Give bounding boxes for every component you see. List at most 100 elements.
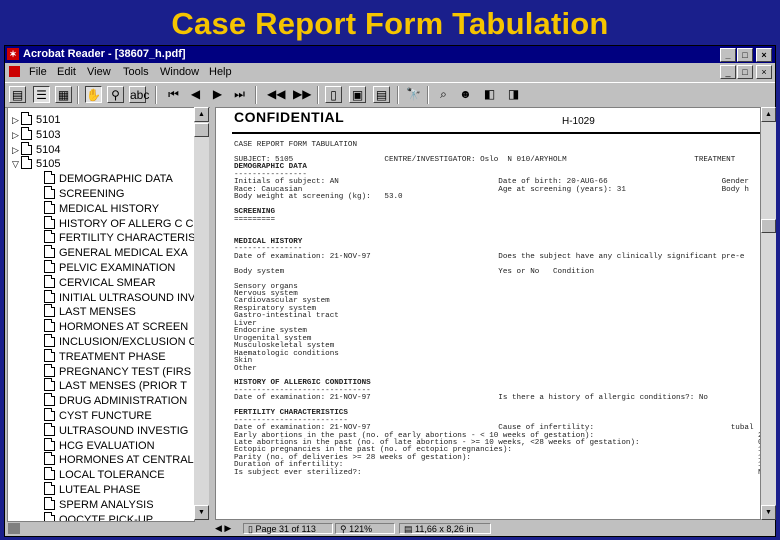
bookmark-item[interactable]: LOCAL TOLERANCE (44, 467, 165, 481)
acrobat-app-icon[interactable]: ✶ (7, 48, 19, 60)
bookmarks-and-page-icon[interactable]: ☰ (33, 86, 50, 103)
page-indicator[interactable]: ▯ Page 31 of 113 (243, 523, 333, 534)
status-arrows[interactable]: ◀ ▶ (215, 523, 231, 534)
bookmark-item[interactable]: CERVICAL SMEAR (44, 274, 156, 289)
bookmarks-scrollbar[interactable]: ▲ ▼ (194, 107, 209, 520)
bookmark-item[interactable]: INCLUSION/EXCLUSION C (44, 334, 194, 348)
doc-scroll-thumb[interactable] (761, 219, 776, 233)
title-bar[interactable]: ✶ Acrobat Reader - [38607_h.pdf] _ □ × (5, 46, 775, 63)
bookmark-item[interactable]: OOCYTE PICK-UP (44, 511, 153, 521)
bookmark-item[interactable]: INITIAL ULTRASOUND INV (44, 289, 195, 304)
bookmark-item[interactable]: DEMOGRAPHIC DATA (44, 171, 173, 185)
bookmark-item[interactable]: LAST MENSES (PRIOR T (44, 378, 187, 392)
bookmark-item[interactable]: CYST FUNCTURE (44, 408, 152, 422)
bookmark-item[interactable]: TREATMENT PHASE (44, 348, 166, 363)
find-icon[interactable]: 🔭 (405, 86, 422, 103)
bookmark-page-icon (44, 289, 55, 303)
bookmark-item[interactable]: ▷ 5101 (12, 112, 60, 126)
expand-toggle-icon[interactable]: ▷ (12, 130, 21, 141)
bookmark-item[interactable]: ▽ 5105 (12, 156, 60, 170)
go-back-icon[interactable]: ◀◀ (267, 86, 285, 103)
resize-grip[interactable] (8, 523, 20, 534)
scroll-down-icon[interactable]: ▼ (194, 505, 209, 520)
bookmark-label: HORMONES AT CENTRAL (59, 454, 194, 467)
zoom-tool-icon[interactable]: ⚲ (107, 86, 124, 103)
fit-width-icon[interactable]: ▤ (373, 86, 390, 103)
bookmark-label: PREGNANCY TEST (FIRS (59, 365, 192, 378)
acrobat-window: ✶ Acrobat Reader - [38607_h.pdf] _ □ × Fil… (4, 45, 776, 537)
expand-toggle-icon[interactable]: ▷ (12, 115, 21, 126)
bookmark-item[interactable]: SPERM ANALYSIS (44, 496, 154, 511)
menu-tools[interactable]: Tools (123, 66, 149, 78)
next-view-icon[interactable]: ◨ (505, 86, 522, 103)
bookmark-item[interactable]: HORMONES AT CENTRAL (44, 452, 194, 466)
bookmark-label: LAST MENSES (PRIOR T (59, 380, 187, 393)
menu-view[interactable]: View (87, 66, 111, 78)
web-link-icon[interactable]: ☻ (457, 86, 474, 103)
bookmark-item[interactable]: SCREENING (44, 186, 124, 200)
doc-scroll-up-icon[interactable]: ▲ (761, 107, 776, 122)
bookmark-label: CERVICAL SMEAR (59, 276, 156, 289)
bookmark-page-icon (44, 408, 55, 421)
bookmark-item[interactable]: ▷ 5103 (12, 126, 60, 141)
close-button[interactable]: × (756, 48, 772, 62)
page-only-icon[interactable]: ▤ (9, 86, 26, 103)
document-text-line: Other (234, 364, 257, 373)
menu-help[interactable]: Help (209, 66, 232, 78)
zoom-status: 121% (349, 524, 373, 534)
hand-tool-icon[interactable]: ✋ (85, 86, 102, 103)
search-icon[interactable]: ⌕ (435, 86, 452, 103)
bookmark-label: LOCAL TOLERANCE (59, 469, 165, 482)
next-page-icon[interactable]: ▶ (209, 86, 226, 103)
scroll-thumb[interactable] (194, 123, 209, 137)
expand-toggle-icon[interactable]: ▷ (12, 145, 21, 156)
bookmark-page-icon (44, 393, 55, 407)
previous-page-icon[interactable]: ◀ (187, 86, 204, 103)
bookmark-label: ULTRASOUND INVESTIG (59, 424, 189, 437)
bookmark-label: SPERM ANALYSIS (59, 498, 154, 511)
bookmark-item[interactable]: PREGNANCY TEST (FIRS (44, 363, 192, 378)
document-icon[interactable] (9, 66, 20, 77)
bookmark-page-icon (44, 496, 55, 510)
bookmark-item[interactable]: ULTRASOUND INVESTIG (44, 422, 189, 437)
bookmark-item[interactable]: PELVIC EXAMINATION (44, 260, 175, 274)
doc-maximize-button[interactable]: □ (737, 65, 753, 79)
bookmark-label: LUTEAL PHASE (59, 484, 141, 496)
bookmark-item[interactable]: FERTILITY CHARACTERIS (44, 230, 194, 244)
document-text-line: SUBJECT: 5105 CENTRE/INVESTIGATOR: Oslo … (234, 155, 736, 164)
menu-file[interactable]: File (29, 66, 47, 78)
menu-edit[interactable]: Edit (57, 66, 76, 78)
bookmark-label: INITIAL ULTRASOUND INV (59, 291, 195, 304)
bookmark-page-icon (44, 452, 55, 466)
go-forward-icon[interactable]: ▶▶ (293, 86, 311, 103)
doc-scroll-down-icon[interactable]: ▼ (761, 505, 776, 520)
zoom-indicator[interactable]: ⚲ 121% (335, 523, 395, 534)
doc-minimize-button[interactable]: _ (720, 65, 736, 79)
maximize-button[interactable]: □ (737, 48, 753, 62)
first-page-icon[interactable]: ⏮ (165, 86, 182, 103)
bookmark-item[interactable]: ▷ 5104 (12, 141, 60, 156)
bookmark-item[interactable]: DRUG ADMINISTRATION (44, 393, 187, 407)
bookmark-item[interactable]: MEDICAL HISTORY (44, 200, 160, 215)
actual-size-icon[interactable]: ▯ (325, 86, 342, 103)
bookmark-item[interactable]: LUTEAL PHASE (44, 482, 141, 496)
bookmark-page-icon (44, 245, 55, 259)
bookmark-item[interactable]: HISTORY OF ALLERG C C (44, 215, 194, 230)
doc-close-button[interactable]: × (756, 65, 772, 79)
text-select-icon[interactable]: abc (129, 86, 149, 103)
document-scrollbar[interactable]: ▲ ▼ (761, 107, 776, 520)
bookmark-item[interactable]: HORMONES AT SCREEN (44, 319, 188, 333)
fit-page-icon[interactable]: ▣ (349, 86, 366, 103)
minimize-button[interactable]: _ (720, 48, 736, 62)
expand-toggle-icon[interactable]: ▽ (12, 159, 21, 170)
bookmark-item[interactable]: GENERAL MEDICAL EXA (44, 245, 188, 259)
menu-window[interactable]: Window (160, 66, 199, 78)
thumbnails-and-page-icon[interactable]: ▦ (55, 86, 72, 103)
previous-view-icon[interactable]: ◧ (481, 86, 498, 103)
bookmark-label: MEDICAL HISTORY (59, 202, 160, 215)
bookmark-item[interactable]: HCG EVALUATION (44, 437, 155, 452)
document-text-line: Date of examination: 21-NOV-97 Does the … (234, 252, 745, 261)
bookmark-item[interactable]: LAST MENSES (44, 304, 136, 318)
scroll-up-icon[interactable]: ▲ (194, 107, 209, 122)
last-page-icon[interactable]: ⏭ (231, 86, 248, 103)
